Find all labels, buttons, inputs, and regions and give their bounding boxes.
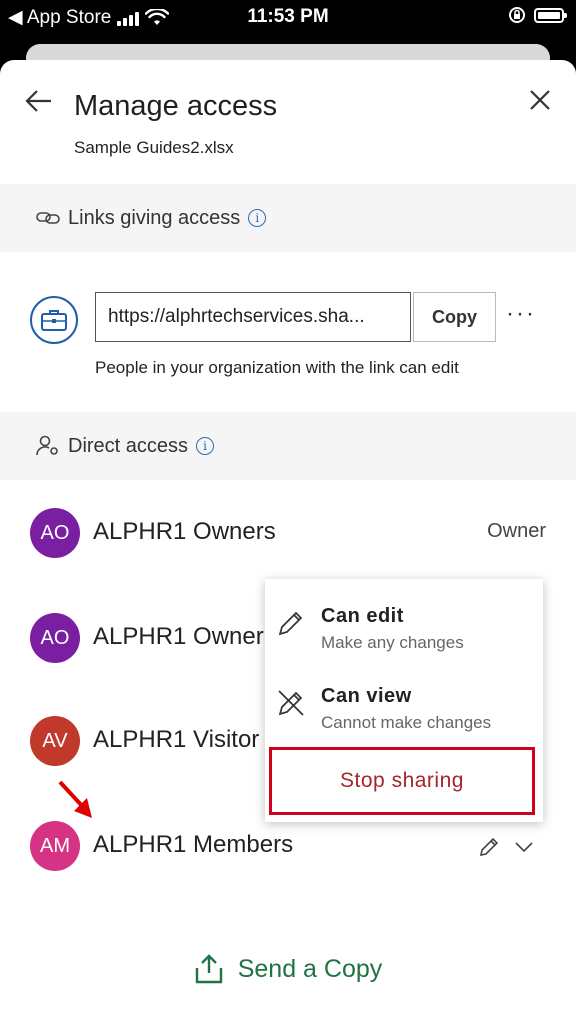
status-time: 11:53 PM — [247, 6, 329, 27]
pencil-icon — [278, 611, 303, 636]
manage-access-sheet: Manage access Sample Guides2.xlsx Links … — [0, 60, 576, 1024]
person-name: ALPHR1 Owner — [93, 623, 264, 650]
status-bar: ◀ App Store 11:53 PM — [0, 0, 576, 36]
file-name: Sample Guides2.xlsx — [74, 138, 234, 157]
sheet-header: Manage access Sample Guides2.xlsx — [0, 60, 576, 184]
share-upload-icon — [195, 954, 222, 984]
link-permission-description: People in your organization with the lin… — [95, 358, 459, 377]
no-edit-icon — [278, 690, 304, 716]
share-link-field[interactable]: https://alphrtechservices.sha... — [95, 292, 411, 342]
can-edit-title: Can edit — [321, 605, 404, 627]
status-indicators — [508, 6, 567, 24]
menu-item-can-edit[interactable]: Can edit Make any changes — [265, 587, 543, 667]
info-icon[interactable]: i — [248, 209, 267, 227]
page-title: Manage access — [74, 90, 278, 122]
person-row[interactable]: AO ALPHR1 Owners Owner — [0, 498, 576, 568]
chevron-down-icon[interactable] — [514, 840, 534, 854]
can-view-subtitle: Cannot make changes — [321, 713, 492, 732]
copy-link-button[interactable]: Copy — [413, 292, 496, 342]
send-copy-label: Send a Copy — [237, 954, 383, 983]
links-section-header: Links giving access i — [0, 184, 576, 252]
avatar: AV — [30, 716, 80, 766]
person-name: ALPHR1 Visitor — [93, 726, 260, 753]
annotation-arrow-icon — [58, 780, 92, 818]
person-settings-icon — [36, 435, 58, 456]
battery-icon — [534, 7, 567, 23]
back-arrow-icon[interactable] — [24, 86, 54, 116]
stop-sharing-button[interactable]: Stop sharing — [269, 747, 535, 815]
more-options-icon[interactable]: ··· — [506, 300, 536, 328]
link-icon — [36, 212, 60, 224]
send-copy-button[interactable]: Send a Copy — [0, 953, 576, 985]
organization-link-icon — [30, 296, 78, 344]
direct-access-title: Direct access — [68, 434, 189, 457]
member-permission-controls — [478, 836, 534, 858]
close-icon[interactable] — [526, 86, 554, 114]
avatar: AO — [30, 508, 80, 558]
avatar: AO — [30, 613, 80, 663]
links-section-title: Links giving access — [68, 206, 241, 229]
person-name: ALPHR1 Members — [93, 831, 294, 858]
person-name: ALPHR1 Owners — [93, 518, 276, 545]
orientation-lock-icon — [509, 7, 525, 23]
can-edit-subtitle: Make any changes — [321, 633, 464, 652]
menu-item-can-view[interactable]: Can view Cannot make changes — [265, 667, 543, 747]
pencil-icon[interactable] — [478, 836, 500, 858]
can-view-title: Can view — [321, 685, 412, 707]
info-icon[interactable]: i — [196, 437, 215, 455]
role-label: Owner — [487, 520, 546, 542]
permission-menu: Can edit Make any changes Can view Canno… — [265, 579, 543, 822]
direct-access-header: Direct access i — [0, 412, 576, 480]
briefcase-icon — [41, 310, 67, 331]
